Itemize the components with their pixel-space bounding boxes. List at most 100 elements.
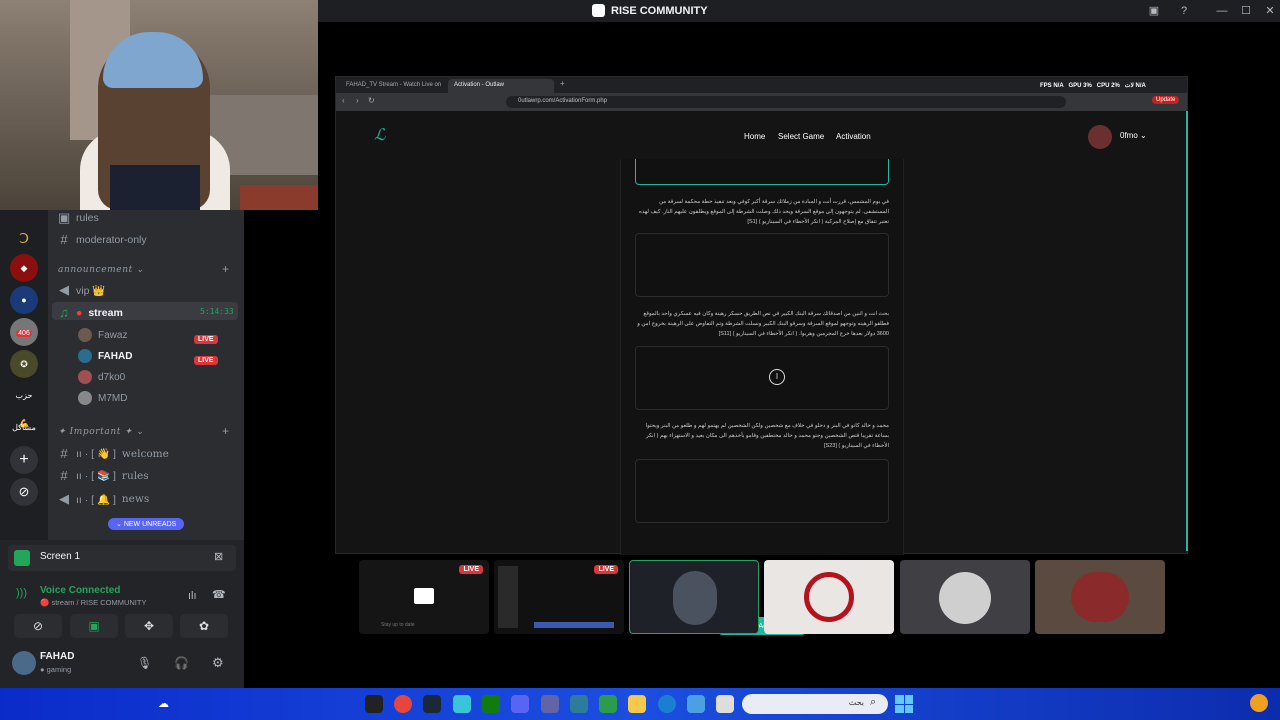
username[interactable]: FAHAD <box>40 651 74 662</box>
participant-avatar <box>804 572 854 622</box>
app-icon[interactable] <box>716 695 734 713</box>
server-icon[interactable]: ◆ <box>10 254 38 282</box>
server-icon[interactable]: Ↄ <box>10 224 38 252</box>
discover-icon[interactable]: ⊘ <box>10 478 38 506</box>
browser-url-bar: ‹ › ↻ 0utlawrp.com/ActivationForm.php Up… <box>336 93 1187 111</box>
server-icon[interactable]: ● <box>10 286 38 314</box>
app-icon[interactable] <box>365 695 383 713</box>
add-channel-icon[interactable]: + <box>222 424 229 438</box>
activities-button[interactable]: ✥ <box>125 614 173 638</box>
xbox-icon[interactable] <box>482 695 500 713</box>
server-icon[interactable]: مشاكل <box>10 414 38 442</box>
browser-tab[interactable]: FAHAD_TV Stream - Watch Live on <box>340 79 444 93</box>
stream-thumbnail[interactable]: LIVE Stay up to date <box>359 560 489 634</box>
settings-gear-icon[interactable]: ⚙ <box>212 655 224 671</box>
discord-icon[interactable] <box>511 695 529 713</box>
teams-icon[interactable] <box>541 695 559 713</box>
headphones-icon[interactable]: 🎧 <box>174 656 189 670</box>
answer-textarea[interactable] <box>635 233 889 297</box>
nav-activation[interactable]: Activation <box>836 132 871 141</box>
scrollbar[interactable] <box>1186 111 1188 551</box>
update-button[interactable]: Update <box>1152 96 1180 104</box>
add-channel-icon[interactable]: + <box>222 262 229 276</box>
maximize-button[interactable]: ☐ <box>1238 3 1254 19</box>
microphone-icon[interactable]: 🎙 <box>137 656 152 670</box>
windows-start-icon[interactable] <box>895 695 913 713</box>
voice-user[interactable]: d7ko0 <box>78 370 125 384</box>
help-icon[interactable]: ? <box>1176 3 1192 19</box>
app-icon[interactable] <box>570 695 588 713</box>
nav-home[interactable]: Home <box>744 132 765 141</box>
screen-share-panel[interactable]: Screen 1 ⊠ <box>8 545 236 571</box>
hash-icon: # <box>60 232 68 247</box>
url-field[interactable]: 0utlawrp.com/ActivationForm.php <box>506 96 1066 108</box>
thumbnail-caption: Stay up to date <box>381 622 415 628</box>
steam-icon[interactable] <box>423 695 441 713</box>
search-icon: ⌕ <box>870 696 877 708</box>
disconnect-icon[interactable]: ☎ <box>212 588 226 601</box>
monitor-icon <box>414 588 434 604</box>
stream-thumbnail[interactable] <box>900 560 1030 634</box>
notification-icon[interactable] <box>1250 694 1268 712</box>
stream-thumbnail[interactable] <box>764 560 894 634</box>
site-logo-icon[interactable]: ℒ <box>374 125 386 145</box>
category-important[interactable]: ✦ Important ✦ ⌄ <box>58 427 144 437</box>
soundboard-button[interactable]: ✿ <box>180 614 228 638</box>
app-icon[interactable] <box>453 695 471 713</box>
reload-icon[interactable]: ↻ <box>368 96 375 105</box>
forward-icon[interactable]: › <box>356 96 359 105</box>
channel-stream-label: ♫ ● stream <box>59 305 123 320</box>
answer-textarea[interactable] <box>635 346 889 410</box>
screen-share-button[interactable]: ▣ <box>70 614 118 638</box>
stream-thumbnail[interactable] <box>1035 560 1165 634</box>
voice-connected-label[interactable]: Voice Connected <box>40 585 120 596</box>
nav-select-game[interactable]: Select Game <box>778 132 824 141</box>
minimize-button[interactable]: — <box>1214 3 1230 19</box>
webcam-blanket <box>240 185 318 210</box>
channel-moderator-only[interactable]: # moderator-only <box>58 232 146 247</box>
app-icon[interactable] <box>687 695 705 713</box>
taskbar-search[interactable]: بحث <box>742 694 888 714</box>
server-rail: Ↄ ◆ ● 406 ✪ حزب 💪 مشاكل + ⊘ <box>0 210 48 540</box>
file-explorer-icon[interactable] <box>628 695 646 713</box>
user-avatar[interactable] <box>1088 125 1112 149</box>
voice-signal-icon: ))) <box>16 587 27 599</box>
browser-tab-active[interactable]: Activation - Outlaw <box>448 79 554 93</box>
stream-thumbnail[interactable]: LIVE <box>494 560 624 634</box>
edge-icon[interactable] <box>658 695 676 713</box>
channel-news[interactable]: ◀ ıı · [ 🔔 ] news <box>58 491 149 507</box>
webcam-overlay <box>0 0 318 210</box>
back-icon[interactable]: ‹ <box>342 96 345 105</box>
answer-textarea[interactable] <box>635 459 889 523</box>
voice-user[interactable]: FAHAD <box>78 349 132 363</box>
channel-rules[interactable]: ▣ rules <box>58 210 99 226</box>
chrome-icon[interactable] <box>394 695 412 713</box>
voice-user[interactable]: M7MD <box>78 391 127 405</box>
text-cursor-icon: I <box>769 369 785 385</box>
server-icon[interactable]: حزب 💪 <box>10 382 38 428</box>
answer-textarea[interactable] <box>635 159 889 185</box>
channel-vip[interactable]: ◀ vip 👑 <box>58 282 105 298</box>
cloud-icon[interactable]: ☁ <box>158 697 169 710</box>
avatar <box>78 391 92 405</box>
voice-user[interactable]: Fawaz <box>78 328 127 342</box>
category-announcement[interactable]: announcement ⌄ <box>58 265 144 275</box>
new-unreads-pill[interactable]: ⌄ NEW UNREADS <box>108 518 185 530</box>
server-icon[interactable]: 406 <box>10 318 38 346</box>
user-avatar[interactable] <box>12 651 36 675</box>
voice-icon: ♫ <box>59 305 69 320</box>
stream-thumbnail[interactable] <box>629 560 759 634</box>
app-icon[interactable] <box>599 695 617 713</box>
avatar <box>78 349 92 363</box>
camera-off-button[interactable]: ⊘ <box>14 614 62 638</box>
add-server-icon[interactable]: + <box>10 446 38 474</box>
noise-suppression-icon[interactable]: ılı <box>188 590 197 602</box>
channel-welcome[interactable]: # ıı · [ 👋 ] welcome <box>58 446 168 461</box>
channel-rules-important[interactable]: # ıı · [ 📚 ] rules <box>58 468 148 483</box>
site-username[interactable]: 0fmo ⌄ <box>1120 131 1147 140</box>
inbox-icon[interactable]: ▣ <box>1146 3 1162 19</box>
new-tab-icon[interactable]: + <box>560 79 565 88</box>
stop-share-icon[interactable]: ⊠ <box>214 550 223 563</box>
server-icon[interactable]: ✪ <box>10 350 38 378</box>
close-button[interactable]: ✕ <box>1262 3 1278 19</box>
